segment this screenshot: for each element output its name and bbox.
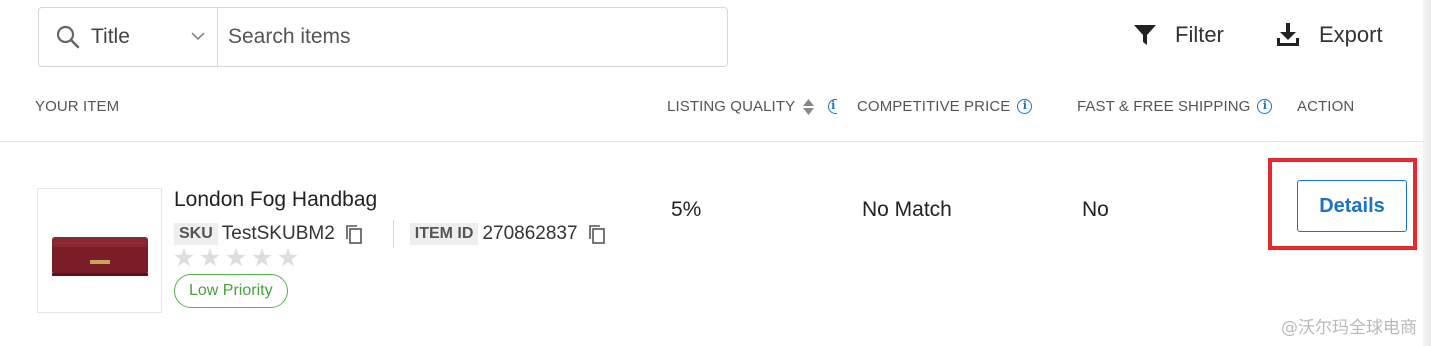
column-header-listing-quality[interactable]: LISTING QUALITY i xyxy=(667,98,838,115)
filter-icon xyxy=(1134,25,1156,45)
sku-value: TestSKUBM2 xyxy=(221,223,335,244)
item-title[interactable]: London Fog Handbag xyxy=(174,188,377,212)
star-icon xyxy=(200,248,220,267)
star-icon xyxy=(226,248,246,267)
sku-tag: SKU xyxy=(174,223,218,245)
fast-free-shipping-value: No xyxy=(1082,198,1109,221)
item-meta: SKU TestSKUBM2 ITEM ID 270862837 xyxy=(174,220,606,248)
column-header-competitive-price: COMPETITIVE PRICE i xyxy=(857,98,1033,115)
column-header-fast-free-shipping: FAST & FREE SHIPPING i xyxy=(1077,98,1273,115)
export-button[interactable]: Export xyxy=(1275,22,1383,48)
star-icon xyxy=(278,248,298,267)
item-id-value: 270862837 xyxy=(482,223,578,244)
competitive-price-value: No Match xyxy=(862,198,952,221)
details-button[interactable]: Details xyxy=(1297,180,1407,232)
star-icon xyxy=(252,248,272,267)
search-box: Title xyxy=(38,7,728,67)
scrollbar[interactable] xyxy=(1423,0,1431,346)
handbag-image xyxy=(52,237,148,276)
divider xyxy=(392,220,394,248)
export-label: Export xyxy=(1319,22,1383,47)
copy-icon[interactable] xyxy=(345,224,363,244)
info-icon[interactable]: i xyxy=(1017,99,1033,114)
search-field-selected: Title xyxy=(91,25,130,48)
download-icon xyxy=(1277,23,1299,46)
toolbar: Title Filter Export xyxy=(0,0,1431,80)
column-header-action: ACTION xyxy=(1297,98,1355,115)
info-icon[interactable]: i xyxy=(828,99,838,114)
filter-button[interactable]: Filter xyxy=(1133,22,1224,48)
star-icon xyxy=(174,248,194,267)
copy-icon[interactable] xyxy=(588,224,606,244)
info-icon[interactable]: i xyxy=(1257,99,1273,114)
search-input[interactable] xyxy=(218,8,727,66)
watermark: @沃尔玛全球电商 xyxy=(1281,318,1417,338)
listing-quality-value: 5% xyxy=(671,198,702,221)
table-row: London Fog Handbag SKU TestSKUBM2 ITEM I… xyxy=(0,142,1431,346)
sort-icon[interactable] xyxy=(803,98,815,115)
table-header: YOUR ITEM LISTING QUALITY i COMPETITIVE … xyxy=(0,80,1431,142)
search-icon xyxy=(56,25,80,49)
item-thumbnail[interactable] xyxy=(37,188,162,313)
priority-badge: Low Priority xyxy=(174,274,288,308)
filter-label: Filter xyxy=(1175,22,1224,47)
column-header-your-item: YOUR ITEM xyxy=(35,98,120,115)
search-field-select[interactable]: Title xyxy=(39,8,218,66)
item-id-tag: ITEM ID xyxy=(409,223,479,245)
rating-stars xyxy=(174,248,298,267)
chevron-down-icon xyxy=(191,32,205,41)
